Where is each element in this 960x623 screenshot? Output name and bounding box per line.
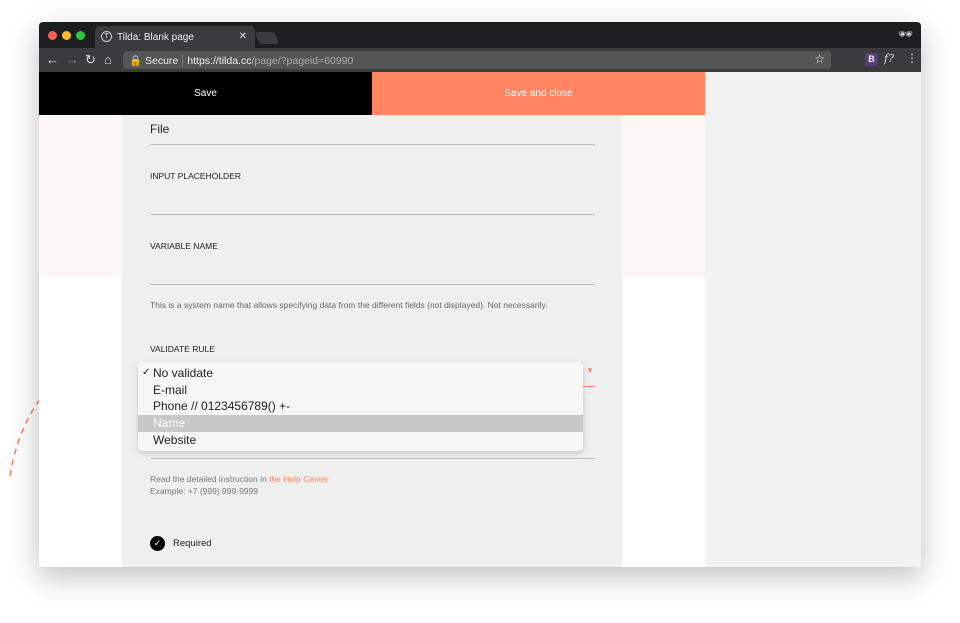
url-host: https://tilda.cc <box>187 55 252 67</box>
dropdown-arrow-icon[interactable]: ▼ <box>586 366 594 375</box>
bootstrap-extension-icon[interactable]: B <box>865 53 878 66</box>
required-checkbox[interactable]: ✓ <box>150 536 165 551</box>
url-path: /page/?pageid=60990 <box>251 55 354 67</box>
required-label: Required <box>173 538 212 549</box>
option-website[interactable]: Website <box>138 432 583 449</box>
option-label: Phone // 0123456789() +- <box>153 399 291 414</box>
page-content: Save Save and close File Input placehold… <box>39 72 921 567</box>
forward-icon[interactable]: → <box>66 52 79 67</box>
variable-name-input[interactable] <box>150 284 595 285</box>
save-and-close-button[interactable]: Save and close <box>372 72 705 115</box>
help-text: Read the detailed instruction in the Hel… <box>150 473 329 497</box>
tilda-favicon-icon: T <box>101 31 112 42</box>
input-placeholder-label: Input placeholder <box>150 171 242 181</box>
bookmark-star-icon[interactable]: ☆ <box>814 52 825 66</box>
incognito-icon: 🕶 <box>897 27 913 41</box>
option-label: E-mail <box>153 382 188 397</box>
browser-menu-icon[interactable]: ⋮ <box>906 51 918 65</box>
save-bar: Save Save and close <box>39 72 705 115</box>
save-button[interactable]: Save <box>39 72 372 115</box>
browser-tab[interactable]: T Tilda: Blank page ✕ <box>95 26 255 48</box>
address-bar[interactable]: 🔒 Secure https://tilda.cc/page/?pageid=60… <box>123 51 831 69</box>
help-prefix: Read the detailed instruction in <box>150 474 270 484</box>
option-phone[interactable]: Phone // 0123456789() +- <box>138 398 583 415</box>
field-type-value: File <box>150 122 170 136</box>
option-email[interactable]: E-mail <box>138 382 583 399</box>
new-tab-button[interactable] <box>254 32 280 44</box>
close-window-button[interactable] <box>48 31 57 40</box>
browser-window: T Tilda: Blank page ✕ 🕶 ← → ↻ ⌂ 🔒 Secure… <box>39 22 921 567</box>
checkmark-icon: ✓ <box>142 367 151 378</box>
maximize-window-button[interactable] <box>76 31 85 40</box>
right-panel <box>705 72 921 567</box>
option-name[interactable]: Name <box>138 415 583 432</box>
field-settings-panel: File Input placeholder Variable name Thi… <box>122 115 622 567</box>
option-label: No validate <box>153 366 214 380</box>
variable-name-label: Variable name <box>150 241 218 251</box>
variable-help-text: This is a system name that allows specif… <box>150 300 548 310</box>
reload-icon[interactable]: ↻ <box>85 52 96 68</box>
option-label: Name <box>153 416 186 431</box>
home-icon[interactable]: ⌂ <box>104 52 112 67</box>
tab-title: Tilda: Blank page <box>117 32 194 43</box>
secure-label: Secure <box>145 55 179 67</box>
validate-rule-label: Validate rule <box>150 344 215 354</box>
validate-rule-dropdown[interactable]: ✓ No validate E-mail Phone // 0123456789(… <box>138 362 583 451</box>
option-no-validate[interactable]: ✓ No validate <box>138 365 583 382</box>
placeholder-input[interactable] <box>150 214 595 215</box>
option-label: Website <box>153 432 197 447</box>
minimize-window-button[interactable] <box>62 31 71 40</box>
divider <box>150 144 595 145</box>
browser-toolbar: ← → ↻ ⌂ 🔒 Secure https://tilda.cc/page/?p… <box>39 48 921 72</box>
help-center-link[interactable]: the Help Center <box>269 474 329 484</box>
lock-icon: 🔒 <box>129 55 143 67</box>
close-tab-icon[interactable]: ✕ <box>239 31 247 42</box>
tab-bar: T Tilda: Blank page ✕ 🕶 <box>39 22 921 48</box>
font-extension-icon[interactable]: f? <box>884 52 894 65</box>
divider <box>150 458 595 459</box>
select-underline <box>583 386 595 387</box>
back-icon[interactable]: ← <box>46 52 59 67</box>
example-text: Example: +7 (999) 999-9999 <box>150 486 258 496</box>
